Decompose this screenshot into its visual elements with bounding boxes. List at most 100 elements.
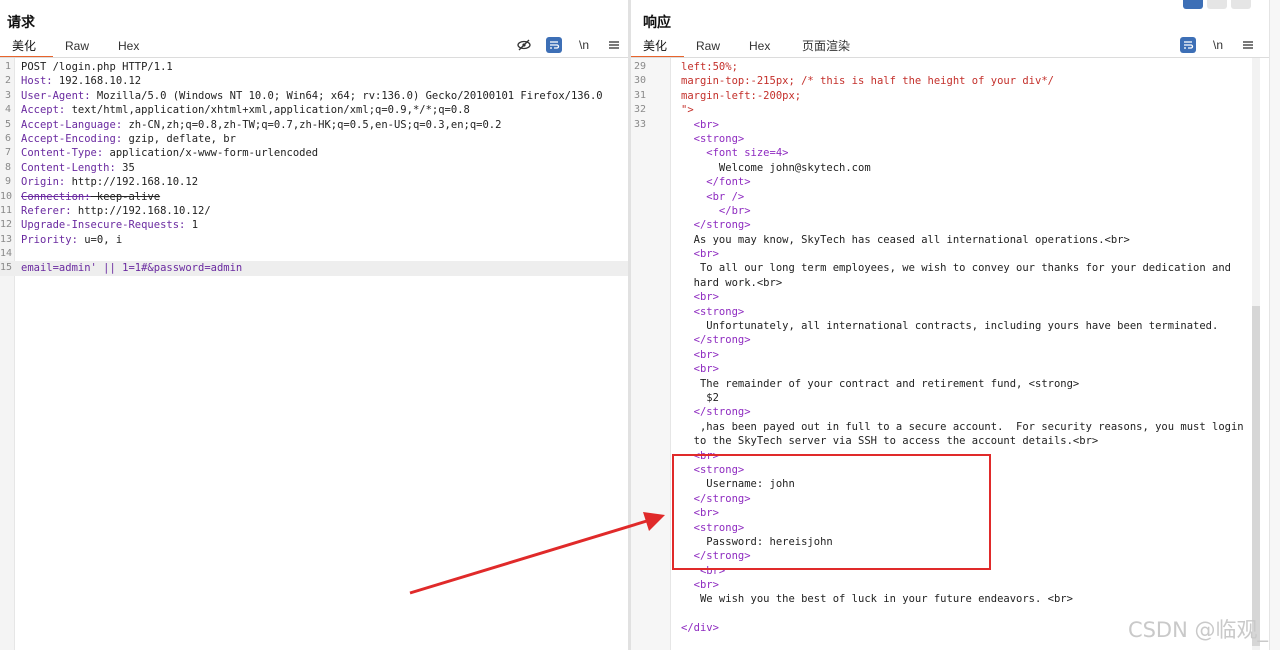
line-text: As you may know, SkyTech has ceased all …: [681, 233, 1130, 246]
code-line: 2 Host: 192.168.10.12: [0, 74, 628, 88]
newline-toggle[interactable]: \n: [576, 37, 592, 53]
code-line: 5 Accept-Language: zh-CN,zh;q=0.8,zh-TW;q…: [0, 118, 628, 132]
response-toolbar: \n: [1180, 36, 1256, 54]
code-line: To all our long term employees, we wish …: [631, 261, 1280, 275]
header-value: zh-CN,zh;q=0.8,zh-TW;q=0.7,zh-HK;q=0.5,e…: [122, 118, 502, 131]
header-value: 192.168.10.12: [52, 75, 142, 88]
line-text: The remainder of your contract and retir…: [681, 377, 1080, 390]
code-line: 15 email=admin' || 1=1#&password=admin: [0, 261, 628, 276]
request-tabs: 美化 Raw Hex: [0, 36, 151, 58]
response-title: 响应: [643, 14, 671, 30]
hamburger-icon[interactable]: [606, 37, 622, 53]
line-text: <br>: [681, 118, 719, 131]
line-text: <br />: [681, 190, 745, 203]
code-line: 7 Content-Type: application/x-www-form-ur…: [0, 146, 628, 160]
code-line: Welcome john@skytech.com: [631, 161, 1280, 175]
line-text: <br>: [681, 248, 719, 261]
code-line: As you may know, SkyTech has ceased all …: [631, 233, 1280, 247]
line-text: email=admin' || 1=1#&password=admin: [21, 261, 242, 275]
header-name: Accept-Encoding:: [21, 132, 123, 145]
line-text: Referer: http://192.168.10.12/: [21, 204, 211, 218]
request-code[interactable]: 1 POST /login.php HTTP/1.1 2 Host: 192.168.…: [0, 60, 628, 276]
code-line: 4 Accept: text/html,application/xhtml+xml…: [0, 103, 628, 117]
line-text: <strong>: [681, 132, 745, 145]
scrollbar-thumb[interactable]: [1252, 306, 1260, 646]
code-line: ,has been payed out in full to a secure …: [631, 420, 1280, 434]
wrap-icon[interactable]: [1180, 37, 1196, 53]
tab-pretty[interactable]: 美化: [631, 36, 684, 58]
line-text: Accept: text/html,application/xhtml+xml,…: [21, 103, 470, 117]
line-text: Welcome john@skytech.com: [681, 161, 871, 174]
tab-raw[interactable]: Raw: [53, 36, 106, 58]
header-value: 35: [115, 161, 135, 174]
line-text: Content-Type: application/x-www-form-url…: [21, 146, 318, 160]
header-value: text/html,application/xhtml+xml,applicat…: [65, 104, 470, 117]
line-number: 7: [4, 147, 11, 159]
header-value: keep-alive: [90, 190, 161, 203]
tab-render[interactable]: 页面渲染: [790, 36, 862, 58]
header-name: Referer:: [21, 204, 72, 217]
line-text: Accept-Encoding: gzip, deflate, br: [21, 132, 236, 146]
line-text: Content-Length: 35: [21, 161, 135, 175]
line-text: POST /login.php HTTP/1.1: [21, 60, 173, 74]
code-line: 9 Origin: http://192.168.10.12: [0, 175, 628, 189]
line-number: 14: [0, 248, 13, 260]
header-name: Upgrade-Insecure-Requests:: [21, 219, 186, 232]
code-line: <br>: [631, 578, 1280, 592]
line-number: 29: [633, 61, 646, 72]
line-text: margin-top:-215px; /* this is half the h…: [681, 75, 1054, 88]
header-value: 1: [185, 219, 199, 232]
line-text: <br>: [681, 291, 719, 304]
line-number: 12: [0, 219, 13, 231]
code-line: 13 Priority: u=0, i: [0, 233, 628, 247]
line-text: <font size=4>: [681, 147, 789, 160]
line-number: 33: [633, 118, 646, 130]
header-name: Accept-Language:: [21, 118, 123, 131]
hamburger-icon[interactable]: [1240, 37, 1256, 53]
code-line: </strong>: [631, 333, 1280, 347]
tab-hex[interactable]: Hex: [106, 36, 151, 58]
line-text: Unfortunately, all international contrac…: [681, 320, 1219, 333]
line-number: 5: [4, 118, 11, 130]
header-value: http://192.168.10.12: [65, 176, 199, 189]
request-toolbar: \n: [516, 36, 622, 54]
line-number: 6: [4, 132, 11, 144]
line-number: 3: [4, 89, 11, 101]
line-text: <strong>: [681, 305, 745, 318]
line-text: hard work.<br>: [681, 276, 783, 289]
line-text: </div>: [681, 622, 719, 635]
code-line: 32 ">: [631, 103, 1280, 117]
side-panel-edge: [1269, 0, 1280, 650]
line-text: </strong>: [681, 406, 751, 419]
code-line: We wish you the best of luck in your fut…: [631, 592, 1280, 606]
tab-raw[interactable]: Raw: [684, 36, 737, 58]
layout-split-icon[interactable]: [1183, 0, 1203, 9]
request-editor[interactable]: 1 POST /login.php HTTP/1.1 2 Host: 192.168.…: [0, 58, 628, 650]
tab-hex[interactable]: Hex: [737, 36, 790, 58]
line-text: </font>: [681, 176, 751, 189]
line-number: 4: [4, 104, 11, 116]
header-value: POST /login.php HTTP/1.1: [21, 61, 173, 73]
line-text: ,has been payed out in full to a secure …: [681, 420, 1244, 433]
code-line: </strong>: [631, 218, 1280, 232]
code-line: </br>: [631, 204, 1280, 218]
header-value: http://192.168.10.12/: [71, 204, 211, 217]
response-scrollbar[interactable]: [1252, 58, 1260, 650]
line-number: 2: [4, 75, 11, 87]
header-name: Content-Type:: [21, 147, 104, 160]
line-text: Upgrade-Insecure-Requests: 1: [21, 218, 198, 232]
layout-single-icon[interactable]: [1231, 0, 1251, 9]
code-line: 30 margin-top:-215px; /* this is half the…: [631, 74, 1280, 88]
request-title: 请求: [7, 14, 35, 30]
code-line: </font>: [631, 175, 1280, 189]
line-number: 1: [4, 61, 11, 72]
eye-off-icon[interactable]: [516, 37, 532, 53]
annotation-box: [672, 454, 991, 570]
line-number: 31: [633, 89, 646, 101]
line-number: 9: [4, 176, 11, 188]
tab-pretty[interactable]: 美化: [0, 36, 53, 58]
newline-toggle[interactable]: \n: [1210, 37, 1226, 53]
line-text: </strong>: [681, 334, 751, 347]
layout-horizontal-icon[interactable]: [1207, 0, 1227, 9]
wrap-icon[interactable]: [546, 37, 562, 53]
